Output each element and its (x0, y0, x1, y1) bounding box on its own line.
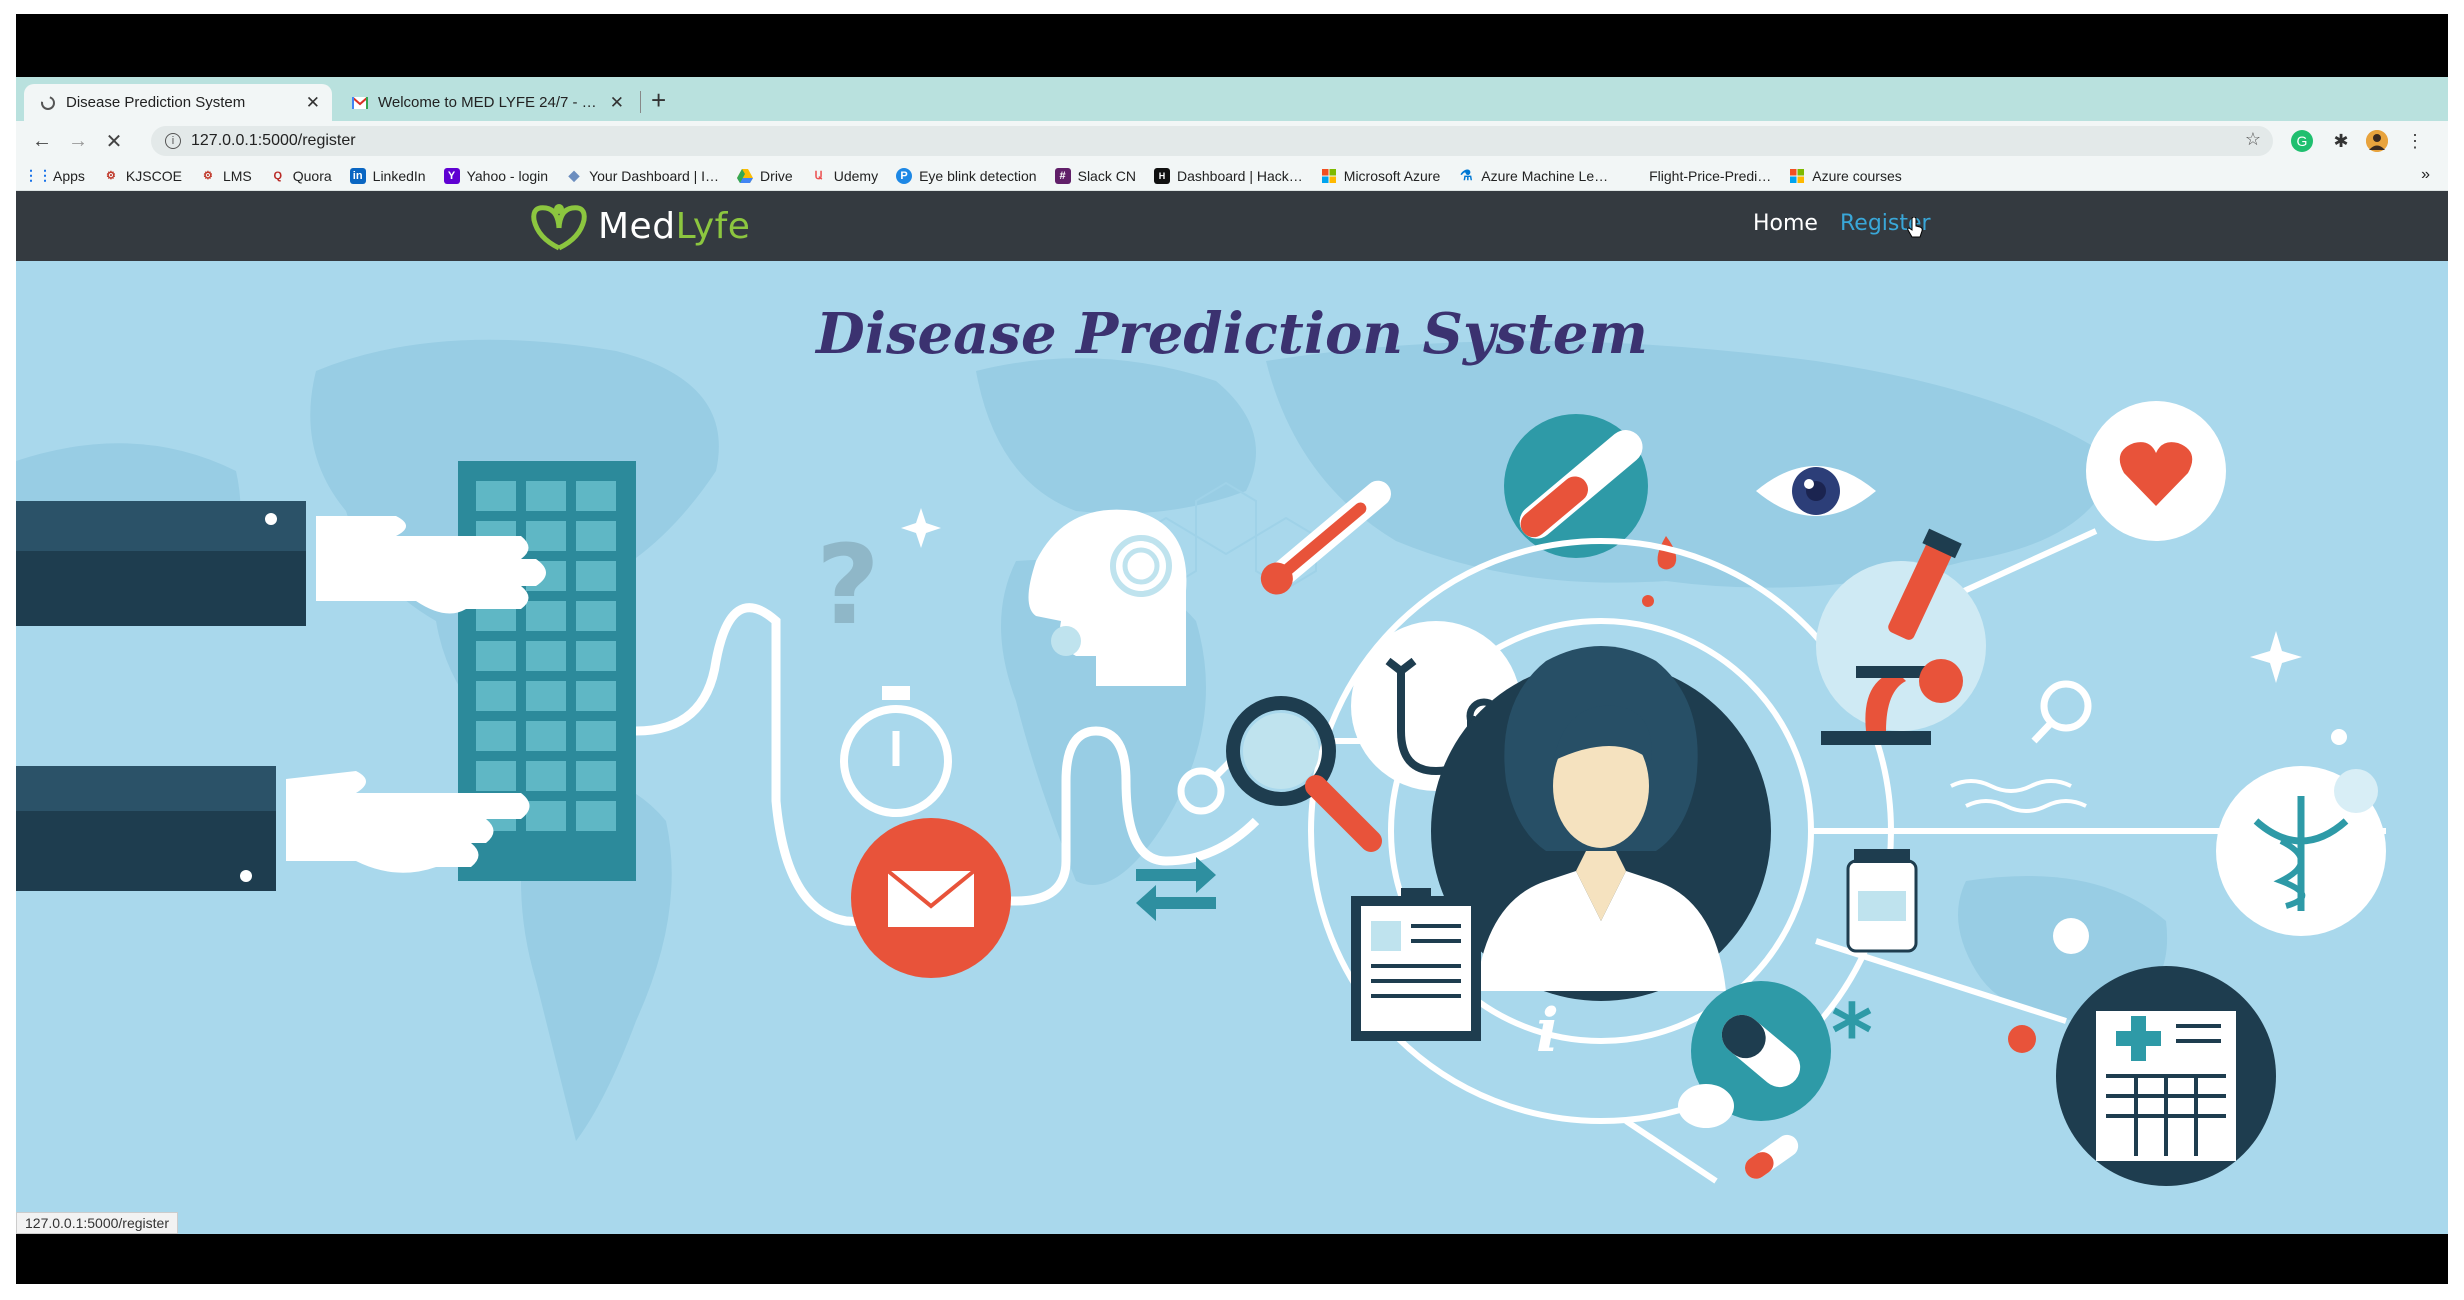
browser-toolbar: ← → ✕ i 127.0.0.1:5000/register ☆ G ✱ ⋮ (16, 121, 2448, 161)
diamond-icon: ◆ (568, 167, 580, 183)
site-info-icon[interactable]: i (165, 133, 181, 149)
bookmark-slack[interactable]: # Slack CN (1054, 167, 1136, 184)
bookmark-flight-price[interactable]: Flight-Price-Predi… (1626, 168, 1771, 184)
bookmark-microsoft-azure[interactable]: Microsoft Azure (1321, 168, 1440, 184)
apps-grid-icon: ⋮⋮ (24, 167, 52, 183)
bookmark-lms[interactable]: ⚙ LMS (200, 168, 252, 184)
quora-icon: Q (273, 169, 283, 182)
bookmark-udemy[interactable]: Ա Udemy (811, 168, 879, 184)
close-tab-icon[interactable]: ✕ (610, 93, 624, 113)
bookmark-hackerrank[interactable]: H Dashboard | Hack… (1153, 167, 1303, 184)
new-tab-button[interactable]: + (651, 85, 666, 116)
grammarly-extension-icon[interactable]: G (2291, 130, 2313, 152)
gmail-icon (352, 95, 368, 111)
leaf-heart-logo-icon (531, 204, 587, 251)
bookmark-apps[interactable]: ⋮⋮ Apps (24, 167, 85, 184)
browser-menu-icon[interactable]: ⋮ (2404, 130, 2426, 152)
yahoo-icon: Y (443, 167, 460, 184)
tab-disease-prediction[interactable]: Disease Prediction System ✕ (24, 84, 332, 121)
tab-title: Disease Prediction System (66, 94, 246, 111)
tab-title: Welcome to MED LYFE 24/7 - … (378, 94, 597, 111)
tab-medlyfe-mail[interactable]: Welcome to MED LYFE 24/7 - … ✕ (336, 84, 636, 121)
udemy-icon: Ա (814, 170, 823, 182)
drive-icon (737, 168, 754, 184)
forward-arrow-icon[interactable]: → (60, 130, 96, 153)
linkedin-icon: in (349, 167, 366, 184)
tab-divider (640, 91, 641, 113)
svg-text:i: i (1536, 996, 1559, 1066)
brand-name: MedLyfe (598, 205, 751, 247)
bookmark-eye-blink[interactable]: P Eye blink detection (896, 167, 1037, 184)
svg-text:?: ? (816, 521, 880, 649)
status-bar-url: 127.0.0.1:5000/register (16, 1212, 178, 1234)
bookmark-yahoo[interactable]: Y Yahoo - login (443, 167, 548, 184)
flask-icon: ⚗ (1459, 167, 1473, 183)
stop-loading-icon[interactable]: ✕ (96, 129, 132, 154)
bookmark-kjscoe[interactable]: ⚙ KJSCOE (103, 168, 182, 184)
address-bar[interactable]: i 127.0.0.1:5000/register ☆ (151, 126, 2273, 156)
tab-strip: Disease Prediction System ✕ Welcome to M… (16, 77, 2448, 121)
more-bookmarks-chevron-icon[interactable]: » (2421, 166, 2430, 184)
site-content: ? i * MedLyfe Home Register Disease Pred… (16, 191, 2448, 1234)
profile-avatar[interactable] (2366, 130, 2388, 152)
bookmark-azure-courses[interactable]: Azure courses (1789, 168, 1902, 184)
close-tab-icon[interactable]: ✕ (306, 93, 320, 113)
bookmark-linkedin[interactable]: in LinkedIn (349, 167, 426, 184)
microsoft-icon (1321, 168, 1337, 184)
browser-window: Disease Prediction System ✕ Welcome to M… (16, 77, 2448, 1234)
eye-blink-icon: P (896, 167, 913, 184)
extensions-puzzle-icon[interactable]: ✱ (2330, 130, 2352, 152)
back-arrow-icon[interactable]: ← (24, 130, 60, 153)
bookmark-quora[interactable]: Q Quora (270, 168, 331, 184)
bookmark-azure-ml[interactable]: ⚗ Azure Machine Le… (1458, 167, 1608, 184)
microsoft-icon (1789, 168, 1805, 184)
page-title: Disease Prediction System (816, 301, 1648, 367)
blank-page-icon (1626, 168, 1642, 184)
screen-frame: Disease Prediction System ✕ Welcome to M… (16, 14, 2448, 1284)
bookmark-dashboard[interactable]: ◆ Your Dashboard | I… (566, 167, 719, 184)
nav-home-link[interactable]: Home (1753, 211, 1818, 236)
kjscoe-icon: ⚙ (105, 170, 116, 182)
bookmarks-bar: ⋮⋮ Apps ⚙ KJSCOE ⚙ LMS Q Quora in LinkedIn YY… (16, 161, 2448, 191)
medical-hero-illustration: ? i * (16, 339, 2386, 1186)
medlyfe-logo[interactable]: MedLyfe (528, 200, 750, 252)
url-text: 127.0.0.1:5000/register (191, 132, 356, 149)
svg-text:*: * (1831, 987, 1873, 1080)
bookmark-drive[interactable]: Drive (737, 168, 793, 184)
loading-spinner-icon (40, 95, 56, 111)
site-navbar: MedLyfe Home Register (16, 191, 2448, 261)
hand-cursor-icon (1907, 217, 1923, 238)
hackerrank-icon: H (1153, 167, 1170, 184)
slack-icon: # (1054, 167, 1071, 184)
lms-icon: ⚙ (203, 170, 213, 182)
bookmark-star-icon[interactable]: ☆ (2245, 129, 2261, 150)
